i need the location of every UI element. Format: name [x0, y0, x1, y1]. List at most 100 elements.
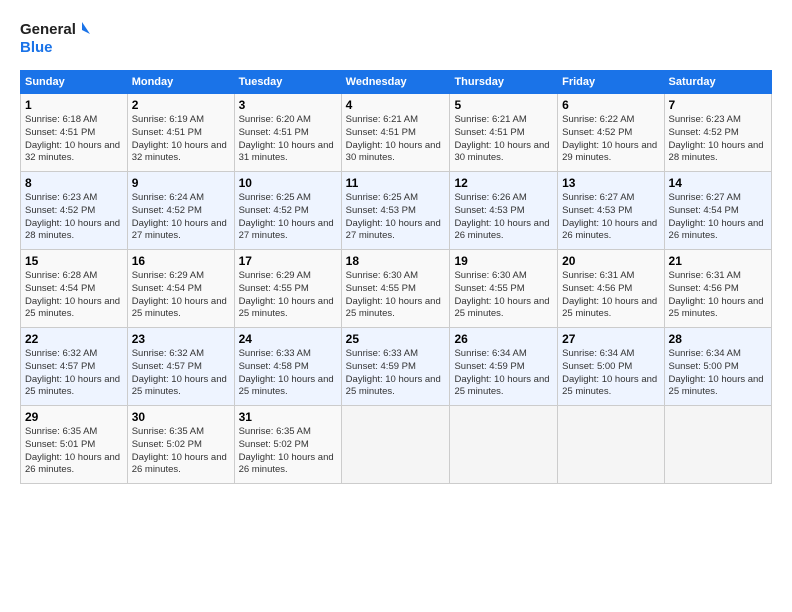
- day-number: 19: [454, 254, 553, 268]
- day-number: 13: [562, 176, 659, 190]
- day-info: Sunrise: 6:23 AM Sunset: 4:52 PM Dayligh…: [669, 114, 767, 165]
- day-info: Sunrise: 6:34 AM Sunset: 5:00 PM Dayligh…: [562, 348, 659, 399]
- day-info: Sunrise: 6:34 AM Sunset: 5:00 PM Dayligh…: [669, 348, 767, 399]
- day-info: Sunrise: 6:23 AM Sunset: 4:52 PM Dayligh…: [25, 192, 123, 243]
- day-number: 3: [239, 98, 337, 112]
- calendar-cell: 25 Sunrise: 6:33 AM Sunset: 4:59 PM Dayl…: [341, 328, 450, 406]
- day-number: 5: [454, 98, 553, 112]
- day-info: Sunrise: 6:28 AM Sunset: 4:54 PM Dayligh…: [25, 270, 123, 321]
- day-number: 22: [25, 332, 123, 346]
- calendar-cell: [558, 406, 664, 484]
- day-info: Sunrise: 6:31 AM Sunset: 4:56 PM Dayligh…: [562, 270, 659, 321]
- day-info: Sunrise: 6:35 AM Sunset: 5:02 PM Dayligh…: [239, 426, 337, 477]
- day-info: Sunrise: 6:22 AM Sunset: 4:52 PM Dayligh…: [562, 114, 659, 165]
- calendar-cell: 14 Sunrise: 6:27 AM Sunset: 4:54 PM Dayl…: [664, 172, 771, 250]
- day-info: Sunrise: 6:35 AM Sunset: 5:02 PM Dayligh…: [132, 426, 230, 477]
- calendar-cell: 12 Sunrise: 6:26 AM Sunset: 4:53 PM Dayl…: [450, 172, 558, 250]
- day-number: 14: [669, 176, 767, 190]
- day-number: 4: [346, 98, 446, 112]
- weekday-header: Thursday: [450, 71, 558, 94]
- weekday-header: Monday: [127, 71, 234, 94]
- calendar-cell: [450, 406, 558, 484]
- calendar-cell: 13 Sunrise: 6:27 AM Sunset: 4:53 PM Dayl…: [558, 172, 664, 250]
- day-info: Sunrise: 6:32 AM Sunset: 4:57 PM Dayligh…: [132, 348, 230, 399]
- day-info: Sunrise: 6:25 AM Sunset: 4:52 PM Dayligh…: [239, 192, 337, 243]
- day-info: Sunrise: 6:34 AM Sunset: 4:59 PM Dayligh…: [454, 348, 553, 399]
- calendar-cell: 20 Sunrise: 6:31 AM Sunset: 4:56 PM Dayl…: [558, 250, 664, 328]
- weekday-header: Tuesday: [234, 71, 341, 94]
- day-number: 11: [346, 176, 446, 190]
- weekday-header: Sunday: [21, 71, 128, 94]
- calendar-cell: 28 Sunrise: 6:34 AM Sunset: 5:00 PM Dayl…: [664, 328, 771, 406]
- calendar-cell: 6 Sunrise: 6:22 AM Sunset: 4:52 PM Dayli…: [558, 94, 664, 172]
- calendar-cell: 30 Sunrise: 6:35 AM Sunset: 5:02 PM Dayl…: [127, 406, 234, 484]
- day-info: Sunrise: 6:31 AM Sunset: 4:56 PM Dayligh…: [669, 270, 767, 321]
- calendar-body: 1 Sunrise: 6:18 AM Sunset: 4:51 PM Dayli…: [21, 94, 772, 484]
- calendar-cell: 11 Sunrise: 6:25 AM Sunset: 4:53 PM Dayl…: [341, 172, 450, 250]
- day-info: Sunrise: 6:29 AM Sunset: 4:54 PM Dayligh…: [132, 270, 230, 321]
- day-info: Sunrise: 6:18 AM Sunset: 4:51 PM Dayligh…: [25, 114, 123, 165]
- calendar-cell: 22 Sunrise: 6:32 AM Sunset: 4:57 PM Dayl…: [21, 328, 128, 406]
- calendar-cell: 3 Sunrise: 6:20 AM Sunset: 4:51 PM Dayli…: [234, 94, 341, 172]
- calendar-header-row: SundayMondayTuesdayWednesdayThursdayFrid…: [21, 71, 772, 94]
- calendar-table: SundayMondayTuesdayWednesdayThursdayFrid…: [20, 70, 772, 484]
- calendar-cell: 5 Sunrise: 6:21 AM Sunset: 4:51 PM Dayli…: [450, 94, 558, 172]
- calendar-cell: 7 Sunrise: 6:23 AM Sunset: 4:52 PM Dayli…: [664, 94, 771, 172]
- day-info: Sunrise: 6:35 AM Sunset: 5:01 PM Dayligh…: [25, 426, 123, 477]
- day-number: 12: [454, 176, 553, 190]
- day-number: 1: [25, 98, 123, 112]
- day-info: Sunrise: 6:24 AM Sunset: 4:52 PM Dayligh…: [132, 192, 230, 243]
- day-number: 30: [132, 410, 230, 424]
- day-number: 29: [25, 410, 123, 424]
- calendar-cell: 16 Sunrise: 6:29 AM Sunset: 4:54 PM Dayl…: [127, 250, 234, 328]
- day-info: Sunrise: 6:27 AM Sunset: 4:54 PM Dayligh…: [669, 192, 767, 243]
- day-number: 23: [132, 332, 230, 346]
- day-number: 26: [454, 332, 553, 346]
- day-info: Sunrise: 6:33 AM Sunset: 4:59 PM Dayligh…: [346, 348, 446, 399]
- day-number: 7: [669, 98, 767, 112]
- day-number: 18: [346, 254, 446, 268]
- day-info: Sunrise: 6:30 AM Sunset: 4:55 PM Dayligh…: [346, 270, 446, 321]
- day-number: 31: [239, 410, 337, 424]
- day-info: Sunrise: 6:21 AM Sunset: 4:51 PM Dayligh…: [346, 114, 446, 165]
- calendar-cell: [341, 406, 450, 484]
- day-info: Sunrise: 6:26 AM Sunset: 4:53 PM Dayligh…: [454, 192, 553, 243]
- day-info: Sunrise: 6:32 AM Sunset: 4:57 PM Dayligh…: [25, 348, 123, 399]
- day-number: 28: [669, 332, 767, 346]
- day-info: Sunrise: 6:27 AM Sunset: 4:53 PM Dayligh…: [562, 192, 659, 243]
- calendar-cell: 10 Sunrise: 6:25 AM Sunset: 4:52 PM Dayl…: [234, 172, 341, 250]
- calendar-cell: 15 Sunrise: 6:28 AM Sunset: 4:54 PM Dayl…: [21, 250, 128, 328]
- day-number: 9: [132, 176, 230, 190]
- day-number: 17: [239, 254, 337, 268]
- header: General Blue: [20, 16, 772, 60]
- day-number: 2: [132, 98, 230, 112]
- svg-text:General: General: [20, 21, 76, 38]
- weekday-header: Wednesday: [341, 71, 450, 94]
- calendar-week-row: 8 Sunrise: 6:23 AM Sunset: 4:52 PM Dayli…: [21, 172, 772, 250]
- calendar-cell: 24 Sunrise: 6:33 AM Sunset: 4:58 PM Dayl…: [234, 328, 341, 406]
- day-number: 25: [346, 332, 446, 346]
- calendar-cell: 2 Sunrise: 6:19 AM Sunset: 4:51 PM Dayli…: [127, 94, 234, 172]
- day-info: Sunrise: 6:21 AM Sunset: 4:51 PM Dayligh…: [454, 114, 553, 165]
- day-number: 16: [132, 254, 230, 268]
- calendar-cell: 17 Sunrise: 6:29 AM Sunset: 4:55 PM Dayl…: [234, 250, 341, 328]
- logo-svg: General Blue: [20, 16, 90, 60]
- day-number: 20: [562, 254, 659, 268]
- page: General Blue SundayMondayTuesdayWednesda…: [0, 0, 792, 612]
- calendar-week-row: 22 Sunrise: 6:32 AM Sunset: 4:57 PM Dayl…: [21, 328, 772, 406]
- day-info: Sunrise: 6:19 AM Sunset: 4:51 PM Dayligh…: [132, 114, 230, 165]
- day-number: 10: [239, 176, 337, 190]
- day-info: Sunrise: 6:30 AM Sunset: 4:55 PM Dayligh…: [454, 270, 553, 321]
- weekday-header: Friday: [558, 71, 664, 94]
- day-info: Sunrise: 6:20 AM Sunset: 4:51 PM Dayligh…: [239, 114, 337, 165]
- calendar-cell: 18 Sunrise: 6:30 AM Sunset: 4:55 PM Dayl…: [341, 250, 450, 328]
- calendar-cell: 26 Sunrise: 6:34 AM Sunset: 4:59 PM Dayl…: [450, 328, 558, 406]
- day-number: 15: [25, 254, 123, 268]
- day-info: Sunrise: 6:25 AM Sunset: 4:53 PM Dayligh…: [346, 192, 446, 243]
- day-info: Sunrise: 6:33 AM Sunset: 4:58 PM Dayligh…: [239, 348, 337, 399]
- calendar-cell: 27 Sunrise: 6:34 AM Sunset: 5:00 PM Dayl…: [558, 328, 664, 406]
- calendar-cell: 9 Sunrise: 6:24 AM Sunset: 4:52 PM Dayli…: [127, 172, 234, 250]
- weekday-header: Saturday: [664, 71, 771, 94]
- day-number: 27: [562, 332, 659, 346]
- logo: General Blue: [20, 16, 90, 60]
